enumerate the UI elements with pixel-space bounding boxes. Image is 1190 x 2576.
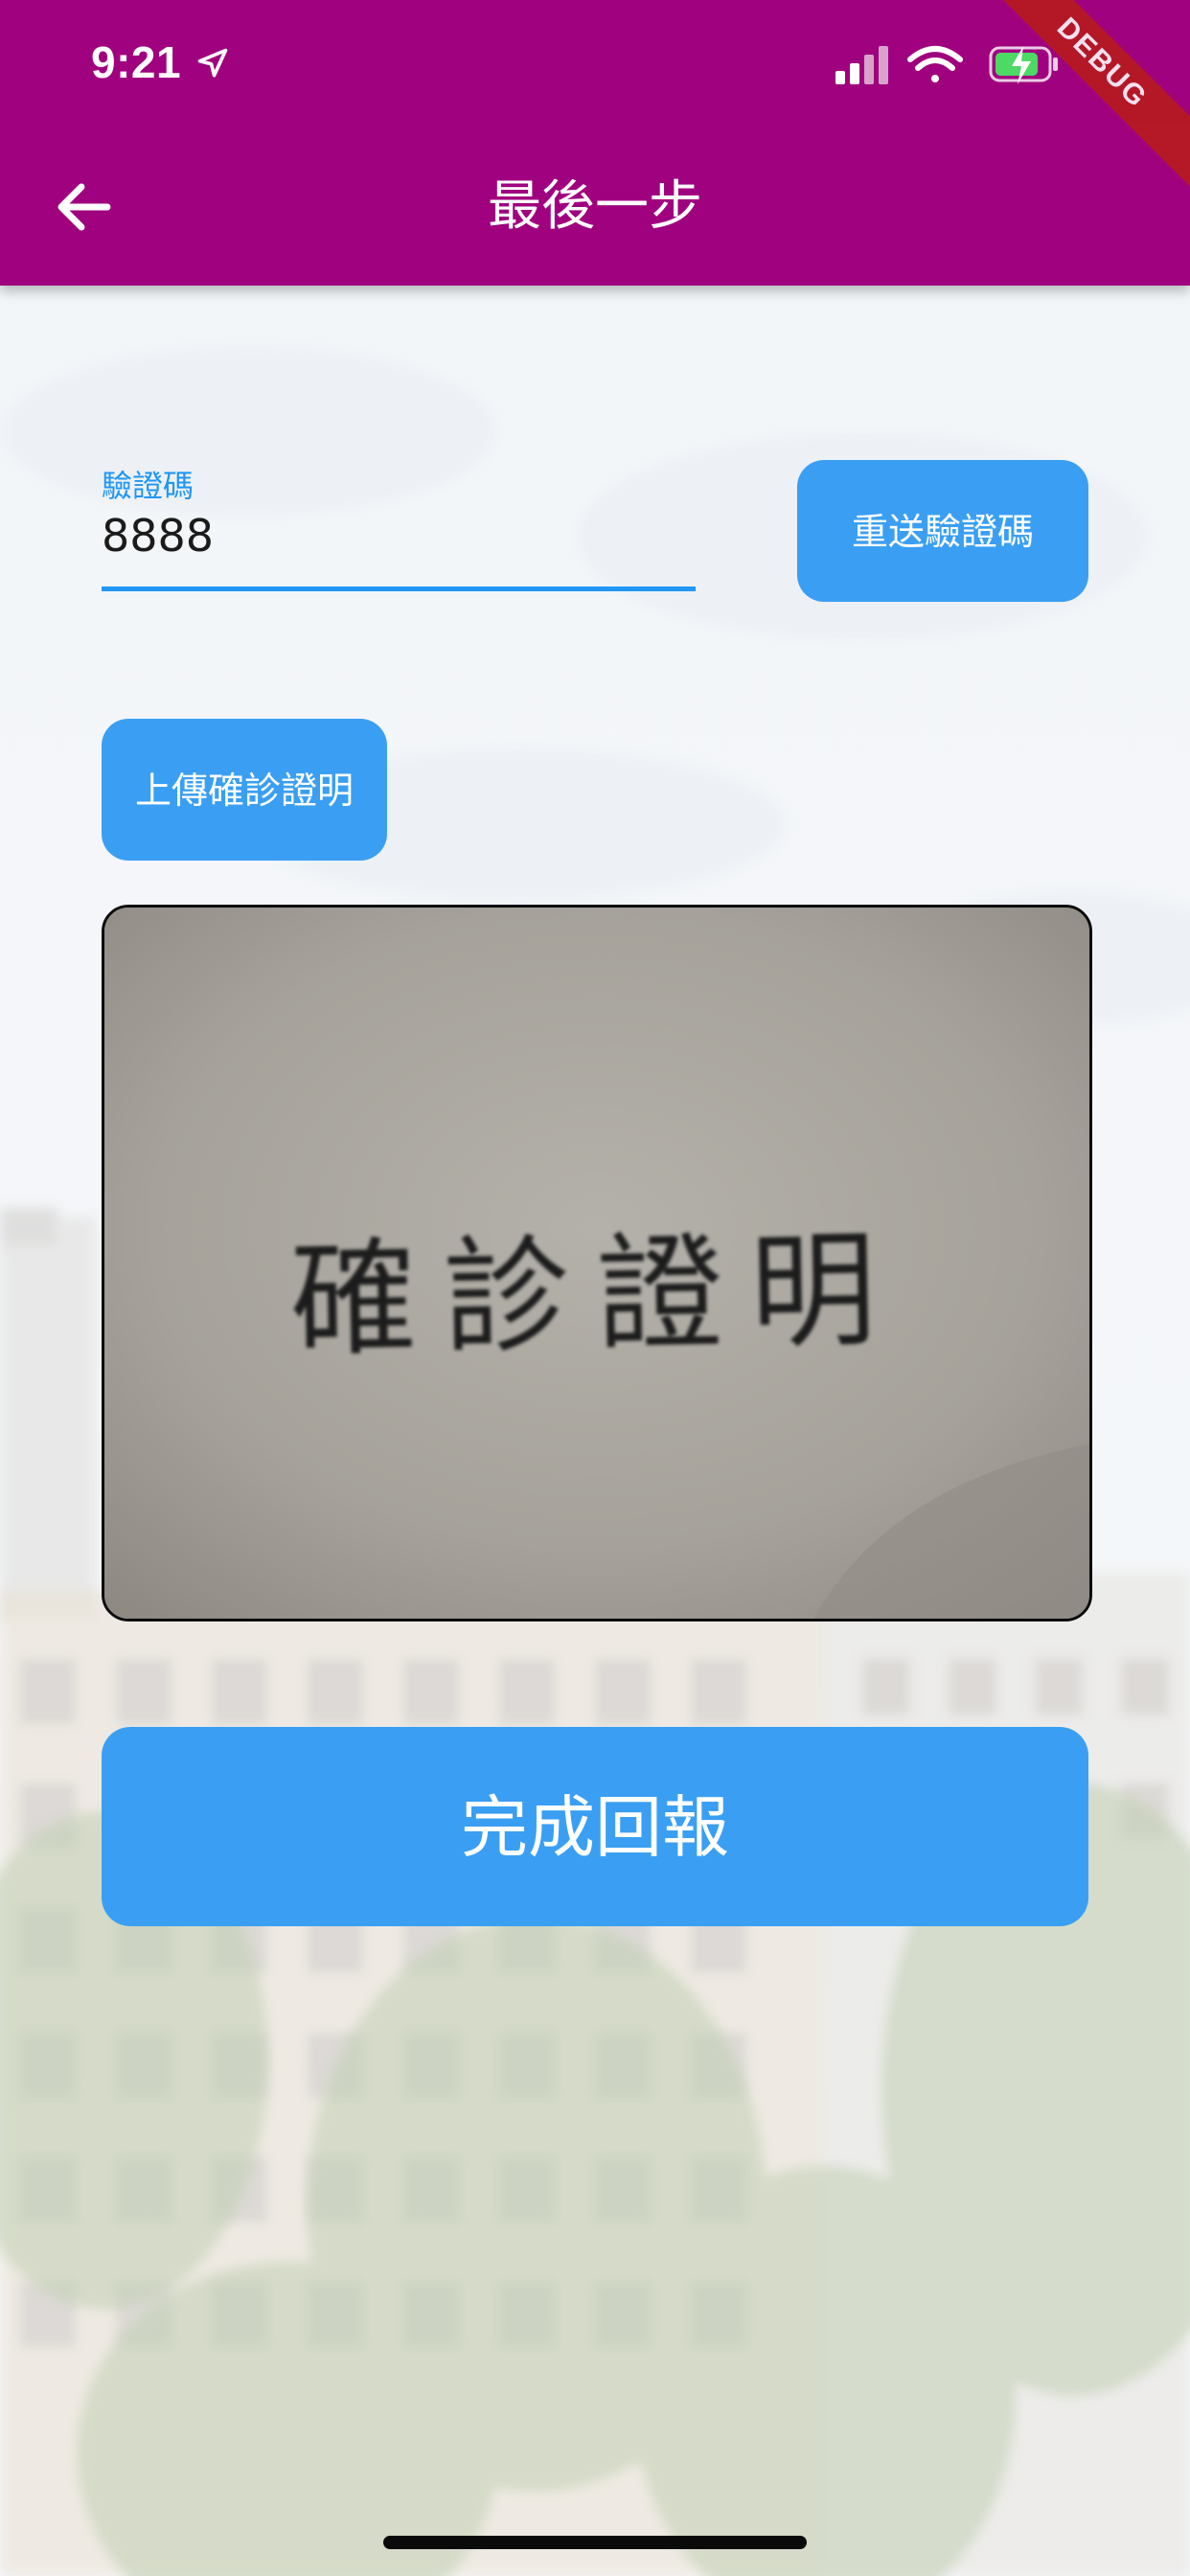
submit-report-button[interactable]: 完成回報 — [102, 1727, 1088, 1926]
battery-charging-icon — [989, 46, 1058, 84]
home-indicator — [383, 2536, 807, 2549]
verification-code-label: 驗證碼 — [102, 468, 195, 504]
app-bar: 9:21 DEBUG 最後一步 — [0, 0, 1190, 286]
status-time: 9:21 — [91, 37, 182, 87]
signal-icon — [835, 46, 888, 84]
wifi-icon — [907, 46, 963, 82]
page-title: 最後一步 — [488, 175, 702, 238]
main-content: 驗證碼 重送驗證碼 上傳確診證明 確診證明 完成回報 — [0, 286, 1190, 2576]
handwritten-text: 確診證明 — [288, 1216, 904, 1374]
location-arrow-icon — [197, 48, 228, 78]
proof-photo-preview: 確診證明 — [102, 905, 1092, 1622]
handwritten-photo: 確診證明 — [104, 908, 1089, 1619]
resend-code-button[interactable]: 重送驗證碼 — [797, 460, 1088, 602]
upload-proof-button[interactable]: 上傳確診證明 — [102, 719, 387, 861]
verification-code-underline — [102, 586, 696, 591]
verification-code-input[interactable] — [102, 502, 696, 569]
